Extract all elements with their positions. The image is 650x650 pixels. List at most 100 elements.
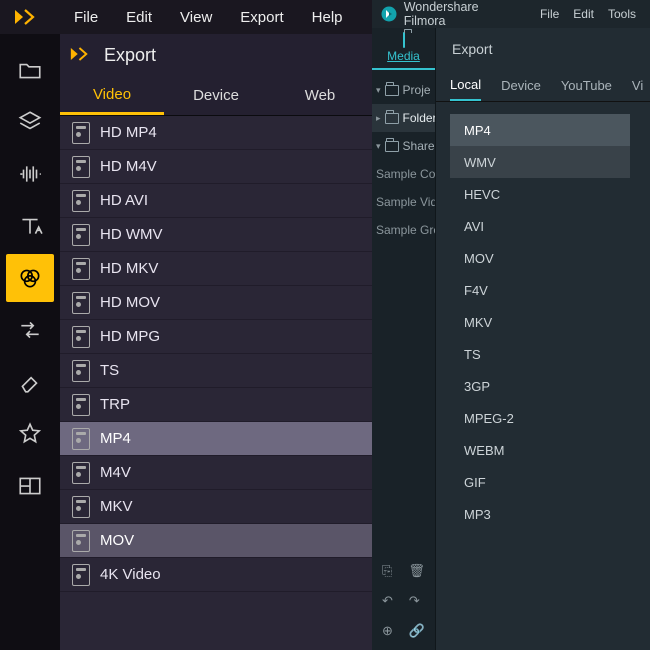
export-tab-vi[interactable]: Vi — [632, 70, 643, 101]
filmora-window: Wondershare Filmora FileEditTools Media … — [372, 0, 650, 650]
format-label: HD M4V — [100, 158, 157, 175]
menu-file[interactable]: File — [60, 9, 112, 26]
tree-folder[interactable]: ▾ Proje — [372, 76, 435, 104]
format-item[interactable]: HD MP4 — [60, 116, 372, 150]
format-label: HD MKV — [100, 260, 158, 277]
export-tab-youtube[interactable]: YouTube — [561, 70, 612, 101]
export-logo-icon — [70, 45, 94, 66]
add-media-icon[interactable]: ⊕ — [382, 623, 393, 639]
filmora-menubar: Wondershare Filmora File Edit Tools — [372, 0, 650, 28]
tab-web[interactable]: Web — [268, 76, 372, 115]
format-item[interactable]: 4K Video — [60, 558, 372, 592]
filmora-format-item[interactable]: MP4 — [450, 114, 630, 146]
tree-sample[interactable]: Sample Colo — [372, 160, 435, 188]
tree-label: Folder — [403, 111, 435, 125]
menu-tools[interactable]: Tools — [608, 7, 636, 21]
file-icon — [72, 360, 90, 382]
menu-edit[interactable]: Edit — [112, 9, 166, 26]
filmora-format-item[interactable]: MPEG-2 — [450, 402, 630, 434]
tree-sample[interactable]: Sample Gre — [372, 216, 435, 244]
new-folder-icon[interactable]: ⎘ — [382, 563, 392, 579]
color-filter-icon[interactable] — [6, 254, 54, 302]
left-toolbar — [0, 34, 60, 650]
format-item[interactable]: TS — [60, 354, 372, 388]
menu-file[interactable]: File — [540, 7, 559, 21]
format-label: HD WMV — [100, 226, 163, 243]
file-icon — [72, 122, 90, 144]
format-item[interactable]: HD MOV — [60, 286, 372, 320]
folder-icon[interactable] — [6, 46, 54, 94]
file-icon — [72, 224, 90, 246]
format-label: M4V — [100, 464, 131, 481]
tab-media[interactable]: Media — [372, 28, 435, 70]
format-item[interactable]: M4V — [60, 456, 372, 490]
format-item[interactable]: MP4 — [60, 422, 372, 456]
format-item[interactable]: MOV — [60, 524, 372, 558]
menu-export[interactable]: Export — [226, 9, 297, 26]
menu-edit[interactable]: Edit — [573, 7, 594, 21]
format-label: HD AVI — [100, 192, 148, 209]
file-icon — [72, 258, 90, 280]
file-icon — [72, 530, 90, 552]
format-item[interactable]: HD AVI — [60, 184, 372, 218]
filmora-format-item[interactable]: AVI — [450, 210, 630, 242]
format-label: MKV — [100, 498, 133, 515]
filmora-format-item[interactable]: MOV — [450, 242, 630, 274]
format-label: HD MPG — [100, 328, 160, 345]
tree-label: Proje — [403, 83, 431, 97]
filmora-format-item[interactable]: 3GP — [450, 370, 630, 402]
export-format-list: HD MP4 HD M4V HD AVI HD WMV HD MKV HD MOV HD M… — [60, 116, 372, 650]
format-item[interactable]: HD MKV — [60, 252, 372, 286]
filmora-format-item[interactable]: MKV — [450, 306, 630, 338]
filmora-format-item[interactable]: MP3 — [450, 498, 630, 530]
tree-folder[interactable]: ▸Folder — [372, 104, 435, 132]
folder-icon — [385, 85, 399, 96]
audio-waveform-icon[interactable] — [6, 150, 54, 198]
layers-icon[interactable] — [6, 98, 54, 146]
link-icon[interactable]: 🔗 — [409, 623, 425, 639]
filmora-app-name: Wondershare Filmora — [404, 0, 522, 28]
folder-icon — [385, 141, 399, 152]
file-icon — [72, 496, 90, 518]
eraser-icon[interactable] — [6, 358, 54, 406]
format-item[interactable]: HD WMV — [60, 218, 372, 252]
media-bottom-icons: ⎘ 🗑 ↶ ↷ ⊕ 🔗 — [372, 556, 435, 650]
filmora-format-item[interactable]: GIF — [450, 466, 630, 498]
split-screen-icon[interactable] — [6, 462, 54, 510]
tree-folder[interactable]: ▾Share — [372, 132, 435, 160]
filmora-format-item[interactable]: WEBM — [450, 434, 630, 466]
tree-sample[interactable]: Sample Vide — [372, 188, 435, 216]
tab-device[interactable]: Device — [164, 76, 268, 115]
media-tree: ▾ Proje ▸Folder▾ShareSample ColoSample Vid… — [372, 70, 435, 556]
folder-icon — [403, 33, 405, 47]
delete-icon[interactable]: 🗑 — [408, 563, 425, 579]
file-icon — [72, 326, 90, 348]
format-label: HD MP4 — [100, 124, 157, 141]
chevron-icon: ▾ — [376, 85, 381, 96]
export-tab-device[interactable]: Device — [501, 70, 541, 101]
transitions-icon[interactable] — [6, 306, 54, 354]
tab-video[interactable]: Video — [60, 76, 164, 115]
filmora-export-panel: Export LocalDeviceYouTubeVi MP4WMVHEVCAV… — [436, 28, 650, 650]
filmora-format-item[interactable]: WMV — [450, 146, 630, 178]
format-label: MP4 — [100, 430, 131, 447]
menu-view[interactable]: View — [166, 9, 226, 26]
filmora-format-item[interactable]: F4V — [450, 274, 630, 306]
filmora-format-item[interactable]: TS — [450, 338, 630, 370]
menu-help[interactable]: Help — [298, 9, 357, 26]
media-panel: Media ▾Proje▸Folder▾ShareSample ColoSamp… — [372, 28, 436, 650]
export-panel-title: Export — [104, 45, 156, 66]
format-item[interactable]: HD MPG — [60, 320, 372, 354]
file-icon — [72, 292, 90, 314]
format-item[interactable]: HD M4V — [60, 150, 372, 184]
file-icon — [72, 564, 90, 586]
export-tab-local[interactable]: Local — [450, 70, 481, 101]
filmora-export-tabs: Local Device YouTube Vi — [436, 70, 650, 102]
format-item[interactable]: MKV — [60, 490, 372, 524]
format-item[interactable]: TRP — [60, 388, 372, 422]
text-icon[interactable] — [6, 202, 54, 250]
redo-icon[interactable]: ↷ — [409, 593, 420, 609]
undo-icon[interactable]: ↶ — [382, 593, 393, 609]
star-icon[interactable] — [6, 410, 54, 458]
filmora-format-item[interactable]: HEVC — [450, 178, 630, 210]
